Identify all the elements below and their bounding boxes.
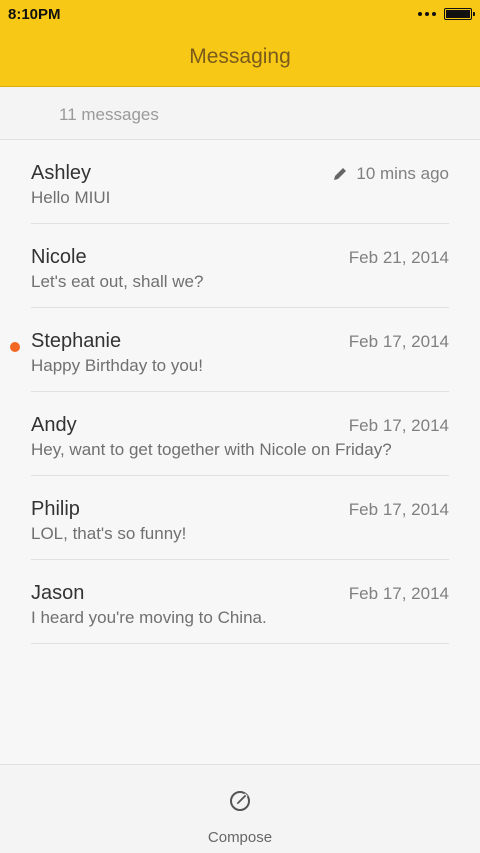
unread-dot-icon [10,342,20,352]
thread-time-group: Feb 17, 2014 [349,332,449,352]
page-title: Messaging [189,45,291,68]
messaging-app: 8:10PM Messaging 11 messages Ashley Hell… [0,0,480,853]
thread-time: Feb 17, 2014 [348,416,449,435]
thread-row[interactable]: Ashley Hello MIUI 10 mins ago [0,140,480,224]
message-snippet: Let's eat out, shall we? [31,272,204,291]
contact-name: Stephanie [31,330,122,352]
thread-time-group: Feb 17, 2014 [349,500,449,520]
compose-button[interactable]: Compose [190,783,290,849]
thread-time: Feb 17, 2014 [348,584,449,603]
message-snippet: Happy Birthday to you! [31,356,203,375]
contact-name: Nicole [31,246,87,268]
thread-time: Feb 17, 2014 [348,332,449,351]
contact-name: Philip [31,498,80,520]
message-snippet: Hey, want to get together with Nicole on… [31,440,392,459]
contact-name: Ashley [31,162,92,184]
message-snippet: I heard you're moving to China. [31,608,267,627]
status-indicators [418,8,475,20]
thread-row[interactable]: Philip LOL, that's so funny! Feb 17, 201… [0,476,480,560]
thread-row[interactable]: Jason I heard you're moving to China. Fe… [0,560,480,644]
contact-name: Andy [31,414,77,436]
thread-time-group: Feb 17, 2014 [349,584,449,604]
message-count-bar: 11 messages [0,87,480,140]
thread-row[interactable]: Stephanie Happy Birthday to you! Feb 17,… [0,308,480,392]
row-divider [31,643,449,644]
header-bar: 8:10PM Messaging [0,0,480,87]
pencil-icon [334,168,347,180]
thread-time-group: 10 mins ago [332,164,449,184]
thread-time-group: Feb 17, 2014 [349,416,449,436]
thread-row[interactable]: Nicole Let's eat out, shall we? Feb 21, … [0,224,480,308]
message-snippet: Hello MIUI [31,188,111,207]
status-time: 8:10PM [8,6,61,23]
thread-time: 10 mins ago [356,164,449,183]
message-snippet: LOL, that's so funny! [31,524,187,543]
contact-name: Jason [31,582,85,604]
thread-row[interactable]: Andy Hey, want to get together with Nico… [0,392,480,476]
thread-time-group: Feb 21, 2014 [349,248,449,268]
thread-list: Ashley Hello MIUI 10 mins ago Nicole Let… [0,140,480,644]
status-bar: 8:10PM [0,0,480,28]
battery-icon [444,8,475,20]
thread-time: Feb 17, 2014 [348,500,449,519]
bottom-bar: Compose [0,764,480,853]
signal-icon [418,12,436,16]
message-count: 11 messages [59,105,159,124]
compose-icon [230,791,250,811]
thread-time: Feb 21, 2014 [348,248,449,267]
compose-label: Compose [207,829,273,846]
